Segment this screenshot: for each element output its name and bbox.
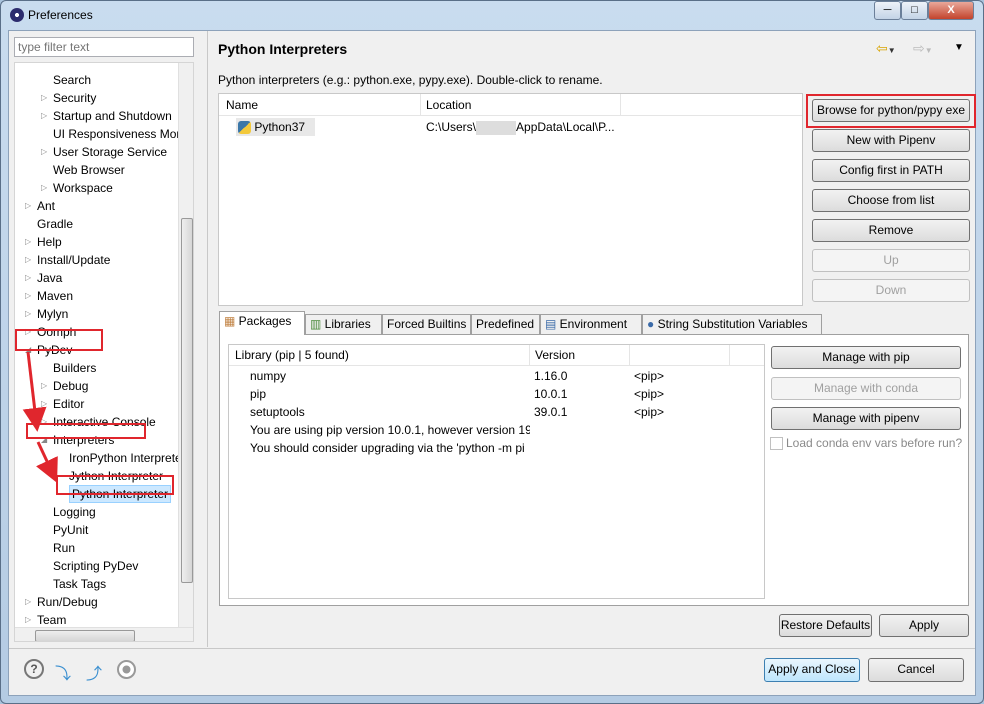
tab-predefined[interactable]: Predefined xyxy=(471,314,540,335)
column-version[interactable]: Version xyxy=(535,348,575,362)
manage-conda-button[interactable]: Manage with conda xyxy=(771,377,961,400)
oomph-icon[interactable] xyxy=(117,660,136,679)
tab-libraries[interactable]: ▥ Libraries xyxy=(305,314,382,335)
tab-label: Forced Builtins xyxy=(387,317,467,331)
arrow-to-python-interpreter xyxy=(36,441,58,483)
minimize-button[interactable]: ─ xyxy=(874,1,901,20)
tree-item[interactable]: PyUnit xyxy=(53,521,88,539)
tab-forced-builtins[interactable]: Forced Builtins xyxy=(382,314,471,335)
horizontal-scrollbar[interactable] xyxy=(15,627,193,641)
interpreter-button[interactable]: Up xyxy=(812,249,970,272)
tab-label: Libraries xyxy=(324,317,371,331)
column-location[interactable]: Location xyxy=(426,98,471,112)
manage-pipenv-button[interactable]: Manage with pipenv xyxy=(771,407,961,430)
tree-item[interactable]: Run xyxy=(53,539,75,557)
h-scrollbar-thumb[interactable] xyxy=(35,630,135,641)
expand-arrow-icon[interactable]: ▷ xyxy=(25,593,31,611)
interpreter-button[interactable]: Down xyxy=(812,279,970,302)
tree-item[interactable]: Scripting PyDev xyxy=(53,557,138,575)
tree-item[interactable]: Task Tags xyxy=(53,575,106,593)
package-source: <pip> xyxy=(634,369,665,383)
tab-icon: ▤ xyxy=(545,317,560,331)
view-menu-icon[interactable]: ▼ xyxy=(954,42,964,53)
apply-and-close-button[interactable]: Apply and Close xyxy=(764,658,860,682)
packages-table: Library (pip | 5 found) Version numpy 1.1… xyxy=(228,344,765,599)
tab-icon: ▥ xyxy=(310,317,325,331)
tab-label: String Substitution Variables xyxy=(657,317,808,331)
package-name[interactable]: You should consider upgrading via the 'p… xyxy=(250,439,530,457)
splitter[interactable] xyxy=(207,31,208,647)
tree-item[interactable]: Run/Debug xyxy=(37,593,98,611)
help-icon[interactable]: ? xyxy=(24,659,44,679)
tab-string-substitution-variables[interactable]: ● String Substitution Variables xyxy=(642,314,822,335)
checkbox-box xyxy=(770,437,783,451)
page-description: Python interpreters (e.g.: python.exe, p… xyxy=(218,73,603,87)
tab-label: Packages xyxy=(238,314,292,328)
cancel-button[interactable]: Cancel xyxy=(868,658,964,682)
package-version: 39.0.1 xyxy=(534,405,568,419)
tab-label: Environment xyxy=(559,317,628,331)
interpreters-table: Name Location Python37 C:\Users\ AppData\… xyxy=(218,93,803,306)
export-icon[interactable]: ⤴ xyxy=(86,660,106,683)
package-name[interactable]: setuptools xyxy=(250,403,305,421)
interpreter-location: C:\Users\ AppData\Local\P... xyxy=(426,120,615,135)
interpreter-button[interactable]: New with Pipenv xyxy=(812,129,970,152)
footer-divider xyxy=(9,648,975,649)
back-icon[interactable]: ⇦▼ xyxy=(876,40,896,57)
interpreter-button[interactable]: Config first in PATH xyxy=(812,159,970,182)
tab-packages[interactable]: ▦ Packages xyxy=(219,311,305,335)
package-version: 10.0.1 xyxy=(534,387,568,401)
tab-environment[interactable]: ▤ Environment xyxy=(540,314,642,335)
redacted-username xyxy=(476,120,517,135)
package-version: 1.16.0 xyxy=(534,369,568,383)
close-button[interactable]: X xyxy=(928,1,974,20)
manage-pip-button[interactable]: Manage with pip xyxy=(771,346,961,369)
restore-defaults-button[interactable]: Restore Defaults xyxy=(779,614,872,637)
interpreter-button[interactable]: Remove xyxy=(812,219,970,242)
load-conda-label: Load conda env vars before run? xyxy=(786,436,963,450)
maximize-button[interactable]: □ xyxy=(901,1,928,20)
interpreter-button[interactable]: Choose from list xyxy=(812,189,970,212)
python-icon xyxy=(238,121,251,135)
package-source: <pip> xyxy=(634,387,665,401)
tab-icon: ▦ xyxy=(224,314,239,328)
package-name[interactable]: pip xyxy=(250,385,266,403)
tab-icon: ● xyxy=(647,317,658,331)
tab-label: Predefined xyxy=(476,317,535,331)
column-name[interactable]: Name xyxy=(226,98,258,112)
interpreter-name: Python37 xyxy=(254,120,306,134)
interpreter-button[interactable]: Browse for python/pypy exe xyxy=(812,99,970,122)
apply-button[interactable]: Apply xyxy=(879,614,969,637)
load-conda-checkbox[interactable]: Load conda env vars before run? xyxy=(770,436,963,451)
page-title: Python Interpreters xyxy=(218,41,348,57)
interpreter-row[interactable]: Python37 xyxy=(236,118,315,136)
package-source: <pip> xyxy=(634,405,665,419)
annotation-arrows xyxy=(22,351,58,483)
column-library[interactable]: Library (pip | 5 found) xyxy=(235,348,349,362)
arrow-to-interpreters xyxy=(22,351,47,432)
tree-item[interactable]: Logging xyxy=(53,503,96,521)
forward-icon[interactable]: ⇨▼ xyxy=(913,40,933,57)
package-name[interactable]: You are using pip version 10.0.1, howeve… xyxy=(250,421,530,439)
import-icon[interactable]: ⤵ xyxy=(55,660,75,683)
package-name[interactable]: numpy xyxy=(250,367,286,385)
